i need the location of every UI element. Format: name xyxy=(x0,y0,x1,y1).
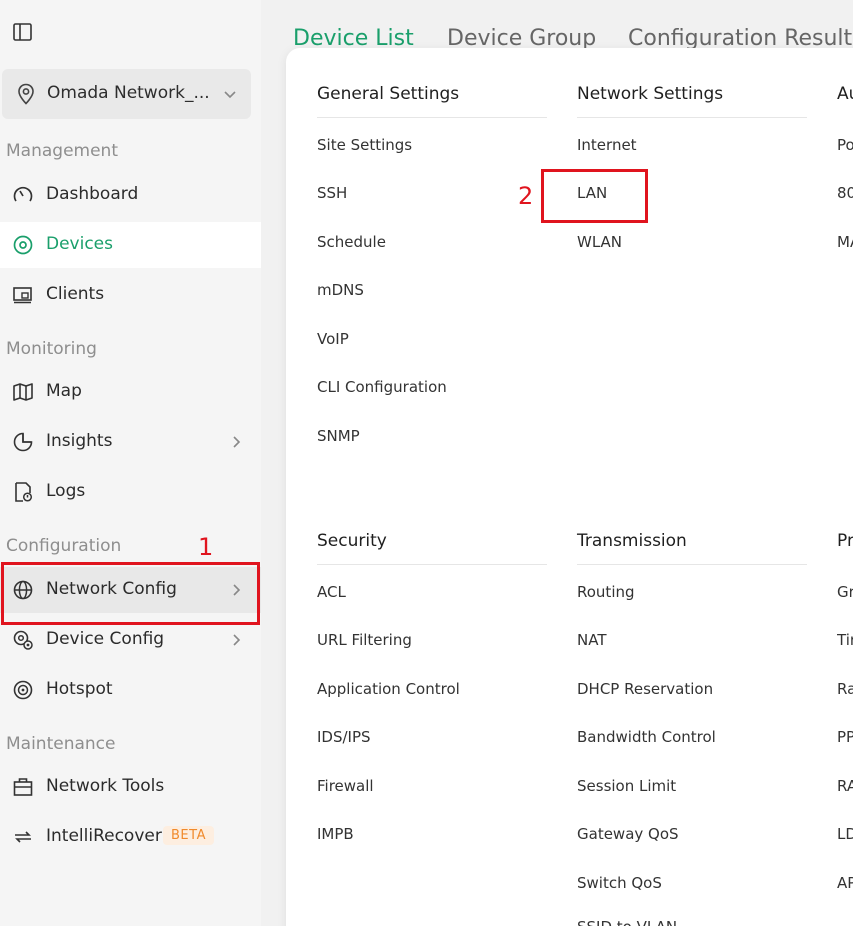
menu-link-time-range[interactable]: Tir xyxy=(837,631,853,649)
menu-link-wlan[interactable]: WLAN xyxy=(577,233,622,251)
menu-heading-profiles: Pr xyxy=(837,531,853,551)
sidebar-item-label: Devices xyxy=(46,234,113,254)
annotation-number-2: 2 xyxy=(518,182,534,210)
map-icon xyxy=(11,380,35,404)
menu-link-mac-auth[interactable]: MA xyxy=(837,233,853,251)
menu-link-firewall[interactable]: Firewall xyxy=(317,777,374,795)
menu-link-ssh[interactable]: SSH xyxy=(317,184,347,202)
menu-link-session-limit[interactable]: Session Limit xyxy=(577,777,676,795)
section-label-maintenance: Maintenance xyxy=(6,734,116,754)
sidebar-item-label: Insights xyxy=(46,431,113,451)
toolbox-icon xyxy=(11,775,35,799)
devices-icon xyxy=(11,233,35,257)
chevron-down-icon xyxy=(221,85,239,103)
menu-link-8021x[interactable]: 80 xyxy=(837,184,853,202)
sidebar-item-hotspot[interactable]: Hotspot xyxy=(0,667,261,713)
sidebar-item-label: Map xyxy=(46,381,82,401)
sidebar-item-logs[interactable]: Logs xyxy=(0,469,261,515)
location-pin-icon xyxy=(14,82,38,106)
menu-link-bandwidth-control[interactable]: Bandwidth Control xyxy=(577,728,716,746)
monitor-icon xyxy=(11,283,35,307)
section-label-management: Management xyxy=(6,141,118,161)
sidebar-item-clients[interactable]: Clients xyxy=(0,272,261,318)
sidebar-item-devices[interactable]: Devices xyxy=(0,222,261,268)
menu-link-switch-qos[interactable]: Switch QoS xyxy=(577,874,662,892)
annotation-number-1: 1 xyxy=(198,533,214,561)
menu-link-portal[interactable]: Po xyxy=(837,136,853,154)
menu-link-ids-ips[interactable]: IDS/IPS xyxy=(317,728,371,746)
sidebar-item-label: Clients xyxy=(46,284,105,304)
annotation-box-step-1 xyxy=(1,562,260,625)
menu-link-routing[interactable]: Routing xyxy=(577,583,635,601)
menu-link-dhcp-reservation[interactable]: DHCP Reservation xyxy=(577,680,713,698)
menu-link-schedule[interactable]: Schedule xyxy=(317,233,386,251)
sidebar-item-label: Device Config xyxy=(46,629,165,649)
site-name: Omada Network_... xyxy=(47,83,210,103)
menu-link-radius[interactable]: RA xyxy=(837,777,853,795)
menu-link-nat[interactable]: NAT xyxy=(577,631,606,649)
sidebar-item-dashboard[interactable]: Dashboard xyxy=(0,172,261,218)
menu-link-mdns[interactable]: mDNS xyxy=(317,281,364,299)
sidebar-item-insights[interactable]: Insights xyxy=(0,419,261,465)
menu-link-voip[interactable]: VoIP xyxy=(317,330,349,348)
sidebar-item-label: Dashboard xyxy=(46,184,139,204)
menu-link-ssid-to-vlan[interactable]: SSID to VLAN xyxy=(577,918,677,926)
menu-link-snmp[interactable]: SNMP xyxy=(317,427,360,445)
divider xyxy=(317,564,547,565)
menu-heading-network-settings: Network Settings xyxy=(577,84,724,104)
chevron-right-icon xyxy=(229,631,245,649)
divider xyxy=(317,117,547,118)
menu-link-groups[interactable]: Gr xyxy=(837,583,853,601)
menu-link-url-filtering[interactable]: URL Filtering xyxy=(317,631,412,649)
sidebar-item-intellirecover[interactable]: IntelliRecover BETA xyxy=(0,814,261,860)
hotspot-icon xyxy=(11,678,35,702)
menu-heading-general-settings: General Settings xyxy=(317,84,460,104)
device-settings-icon xyxy=(11,628,35,652)
log-document-icon xyxy=(11,480,35,504)
recover-arrows-icon xyxy=(11,825,35,849)
sidebar-item-map[interactable]: Map xyxy=(0,369,261,415)
site-selector[interactable]: Omada Network_... xyxy=(2,69,251,119)
menu-link-ppsk[interactable]: PP xyxy=(837,728,853,746)
pie-chart-icon xyxy=(11,430,35,454)
menu-heading-transmission: Transmission xyxy=(577,531,687,551)
menu-link-impb[interactable]: IMPB xyxy=(317,825,354,843)
annotation-box-step-2 xyxy=(541,169,648,223)
menu-link-ap[interactable]: AP xyxy=(837,874,853,892)
sidebar-item-label: Network Tools xyxy=(46,776,165,796)
divider xyxy=(577,117,807,118)
beta-badge: BETA xyxy=(163,826,214,845)
menu-link-rate-limit[interactable]: Ra xyxy=(837,680,853,698)
gauge-icon xyxy=(11,183,35,207)
sidebar-item-label: Logs xyxy=(46,481,86,501)
menu-link-acl[interactable]: ACL xyxy=(317,583,346,601)
sidebar-item-network-tools[interactable]: Network Tools xyxy=(0,764,261,810)
menu-link-site-settings[interactable]: Site Settings xyxy=(317,136,412,154)
menu-link-gateway-qos[interactable]: Gateway QoS xyxy=(577,825,679,843)
sidebar: Omada Network_... Management Dashboard D… xyxy=(0,0,261,926)
menu-link-application-control[interactable]: Application Control xyxy=(317,680,460,698)
section-label-monitoring: Monitoring xyxy=(6,339,97,359)
sidebar-toggle-icon[interactable] xyxy=(12,21,34,43)
menu-link-internet[interactable]: Internet xyxy=(577,136,637,154)
menu-heading-security: Security xyxy=(317,531,387,551)
menu-link-ldap[interactable]: LD xyxy=(837,825,853,843)
divider xyxy=(577,564,807,565)
section-label-configuration: Configuration xyxy=(6,536,122,556)
chevron-right-icon xyxy=(229,433,245,451)
sidebar-item-label: Hotspot xyxy=(46,679,113,699)
menu-link-cli-configuration[interactable]: CLI Configuration xyxy=(317,378,447,396)
menu-heading-authentication: Au xyxy=(837,84,853,104)
sidebar-item-label: IntelliRecover xyxy=(46,826,162,846)
